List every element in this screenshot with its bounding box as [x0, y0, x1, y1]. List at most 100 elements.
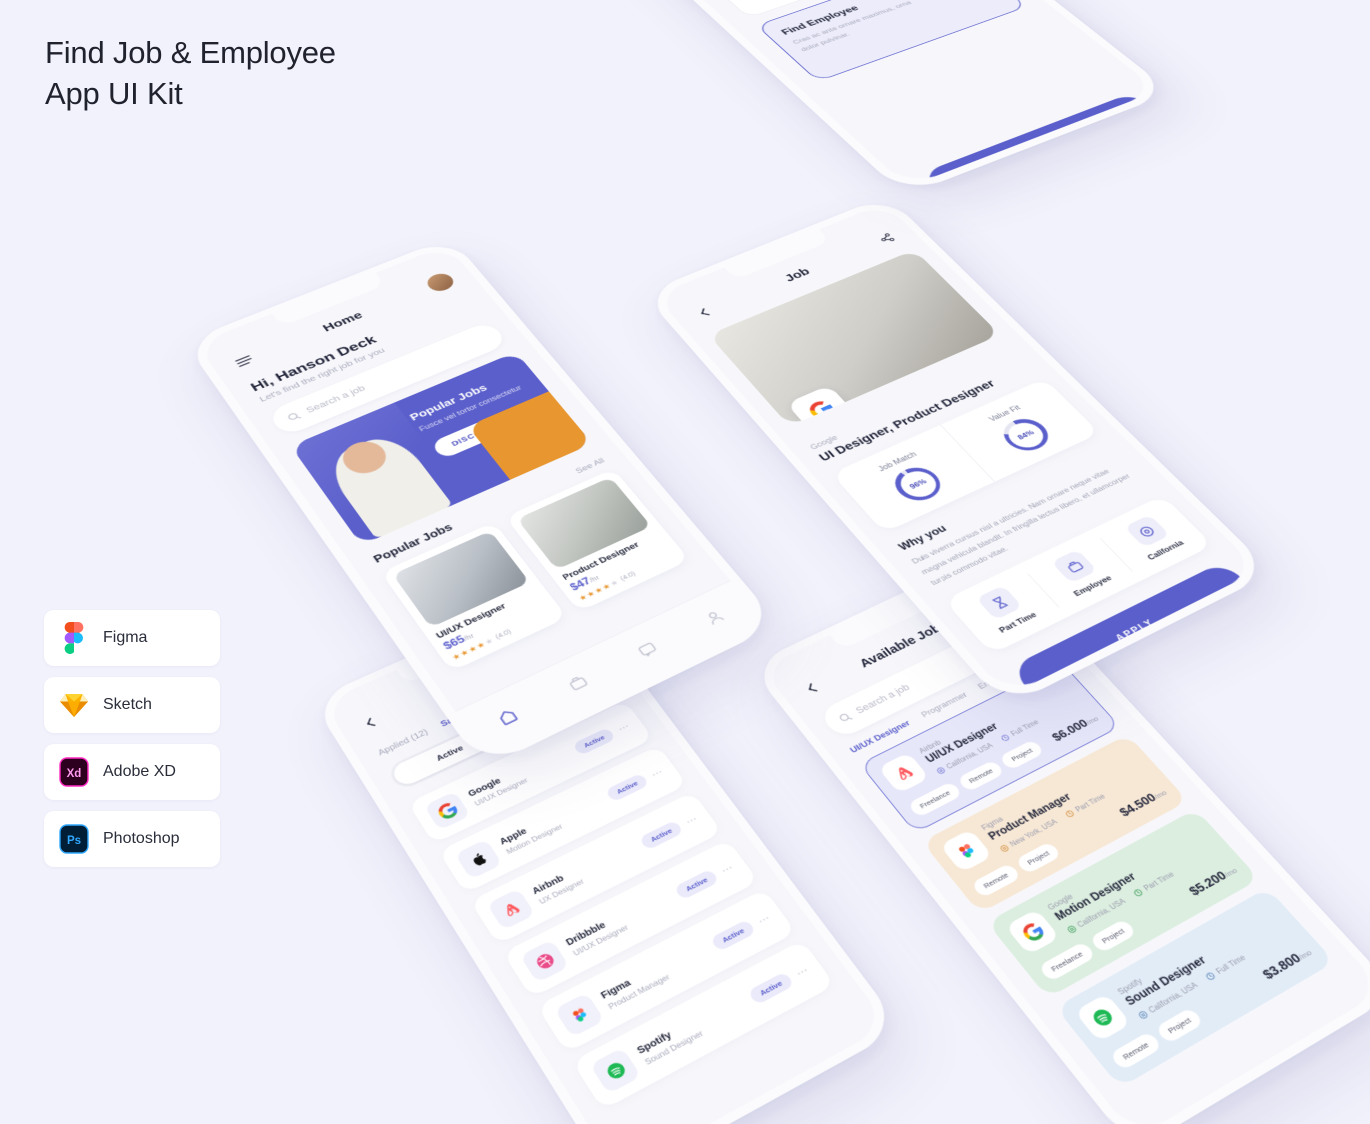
discover-button[interactable]: DISCOVER [430, 409, 522, 459]
page-title: Find Job & Employee App UI Kit [45, 32, 465, 114]
message-icon[interactable] [632, 637, 663, 661]
list-company: Airbnb [530, 835, 642, 896]
job-hero-image [708, 250, 1000, 427]
more-options-icon[interactable]: ⋯ [649, 765, 666, 779]
status-badge: Active [747, 971, 794, 1005]
status-badge: Active [673, 868, 719, 900]
notch [272, 273, 385, 326]
card-chip: Freelance [907, 781, 963, 818]
category-ui-ux[interactable]: UI/UX Designer [848, 719, 912, 756]
job-detail-title: Job [782, 265, 813, 283]
card-chip: Project [1089, 918, 1138, 953]
google-logo [786, 385, 858, 426]
profile-icon[interactable] [699, 605, 730, 629]
badge-label: Adobe XD [103, 763, 176, 781]
badge-label: Sketch [103, 696, 152, 714]
list-company: Apple [498, 788, 609, 847]
more-options-icon[interactable]: ⋯ [683, 812, 700, 827]
location-icon [934, 765, 947, 775]
hamburger-icon[interactable] [231, 351, 258, 370]
rating-value: (4.0) [619, 571, 637, 582]
search-icon [837, 711, 854, 724]
home-nav: Home [207, 259, 479, 385]
clock-icon [1204, 970, 1218, 982]
hero-title: Popular Jobs [407, 370, 519, 423]
location-icon [998, 843, 1011, 854]
stat-value: 84% [1001, 418, 1049, 452]
more-options-icon[interactable]: ⋯ [793, 963, 812, 979]
briefcase-icon[interactable] [563, 670, 594, 695]
available-job-card[interactable]: Airbnb UI/UX Designer California, USA Fu… [859, 662, 1121, 833]
card-type: Full Time [999, 718, 1040, 743]
adobe-xd-icon: Xd [58, 756, 90, 788]
back-arrow-icon[interactable] [691, 303, 718, 321]
clock-icon [999, 733, 1012, 743]
svg-text:Ps: Ps [67, 835, 81, 847]
more-options-icon[interactable]: ⋯ [615, 720, 632, 734]
title-line-1: Find Job & Employee [45, 32, 465, 73]
badge-sketch[interactable]: Sketch [44, 677, 220, 733]
value-fit-ring: 84% [995, 413, 1057, 456]
badge-adobe-xd[interactable]: Xd Adobe XD [44, 744, 220, 800]
location-icon [1124, 515, 1170, 548]
phone-onboarding: Find Job Aenean aliquam ex at eleifend p… [563, 0, 1172, 196]
svg-text:Xd: Xd [67, 768, 82, 780]
status-badge: Active [572, 727, 616, 755]
airbnb-logo [487, 888, 536, 930]
spotify-logo [1074, 993, 1131, 1042]
figma-logo [554, 992, 605, 1037]
status-badge: Active [639, 820, 684, 850]
back-arrow-icon[interactable] [798, 677, 826, 699]
status-badge: Active [710, 919, 757, 952]
card-chip: Project [999, 739, 1045, 770]
airbnb-logo [878, 752, 930, 793]
phone-home: Home Hi, Hanson Deck Let's find the righ… [184, 237, 779, 769]
greeting-subtitle: Let's find the right job for you [258, 307, 482, 403]
photoshop-icon: Ps [58, 823, 90, 855]
list-role: UI/UX Designer [473, 751, 582, 808]
spotify-logo [590, 1047, 642, 1094]
card-unit: /mo [1152, 789, 1168, 801]
badge-label: Photoshop [103, 830, 180, 848]
clock-icon [1063, 808, 1076, 819]
figma-logo [939, 829, 992, 873]
location-icon [1065, 924, 1079, 936]
see-all-link[interactable]: See All [574, 457, 607, 476]
clock-icon [1132, 887, 1146, 898]
location-icon [1136, 1009, 1150, 1021]
card-type: Part Time [1063, 792, 1107, 819]
card-chip: Remote [956, 759, 1005, 792]
figma-icon [58, 622, 90, 654]
tab-applied[interactable]: Applied (12) [376, 728, 429, 758]
back-arrow-icon[interactable] [357, 712, 384, 734]
category-programmer[interactable]: Programmer [919, 690, 969, 719]
badge-label: Figma [103, 629, 147, 647]
apple-logo [455, 839, 503, 880]
google-logo [424, 791, 471, 830]
badge-photoshop[interactable]: Ps Photoshop [44, 811, 220, 867]
stat-value: 96% [893, 466, 942, 501]
home-icon[interactable] [492, 704, 524, 729]
card-chip: Project [1154, 1007, 1204, 1045]
card-chip: Project [1014, 841, 1062, 875]
card-role: UI/UX Designer [924, 684, 1074, 765]
more-options-icon[interactable]: ⋯ [718, 861, 736, 876]
stat-label: Value Fit [987, 404, 1022, 423]
search-input[interactable]: Search a job [266, 320, 509, 437]
greeting: Hi, Hanson Deck [248, 294, 475, 394]
search-placeholder: Search a job [854, 683, 912, 716]
more-options-icon[interactable]: ⋯ [755, 911, 773, 927]
job-match-ring: 96% [887, 462, 949, 507]
software-badge-list: Figma Sketch Xd Adobe XD Ps Photoshop [44, 610, 220, 878]
share-icon[interactable] [873, 229, 900, 246]
avatar[interactable] [423, 271, 457, 294]
hero-desc: Fusce vel tortor consectetur [417, 382, 528, 435]
rating-value: (4.0) [495, 629, 513, 641]
card-location: California, USA [934, 741, 994, 775]
card-company: Figma [979, 748, 1132, 832]
list-role: Motion Designer [504, 797, 615, 856]
job-detail-nav: Job [668, 217, 923, 336]
badge-figma[interactable]: Figma [44, 610, 220, 666]
card-role: Product Manager [987, 756, 1141, 842]
google-logo [1005, 909, 1060, 955]
